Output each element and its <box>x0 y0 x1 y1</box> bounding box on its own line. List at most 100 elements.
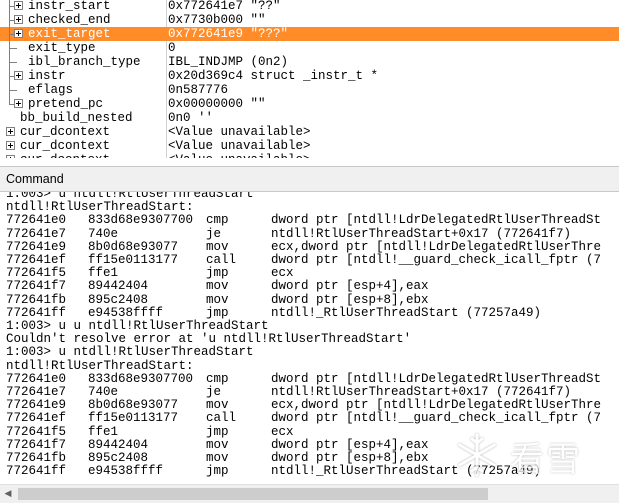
expand-plus-icon[interactable] <box>6 127 15 136</box>
tree-connector <box>9 48 17 49</box>
address: 772641f7 <box>6 279 67 294</box>
address: 772641fb <box>6 451 67 465</box>
address: 772641fb <box>6 292 67 307</box>
output-line: ntdll!RtlUserThreadStart: <box>6 359 619 373</box>
opcode-bytes: ffe1 <box>88 266 119 281</box>
opcode-bytes: ff15e0113177 <box>88 411 179 426</box>
local-name: ibl_branch_type <box>28 55 141 69</box>
operands: ntdll!RtlUserThreadStart+0x17 (772641f7) <box>271 385 572 399</box>
local-name: checked_end <box>28 13 111 27</box>
local-name: cur_dcontext <box>20 125 111 139</box>
local-value: 0x7730b000 "" <box>168 13 266 27</box>
opcode-bytes: 740e <box>88 226 119 241</box>
mnemonic: jmp <box>206 305 229 320</box>
address: 772641e7 <box>6 226 67 241</box>
local-name: exit_type <box>28 41 96 55</box>
mnemonic: jmp <box>206 424 229 439</box>
opcode-bytes: 8b0d68e93077 <box>88 239 179 254</box>
local-name: pretend_pc <box>28 97 104 111</box>
expand-plus-icon[interactable] <box>14 99 23 108</box>
locals-pane: instr_start 0x772641e7 "??" checked_end 0x7… <box>0 0 619 158</box>
locals-row[interactable]: cur_dcontext <Value unavailable> <box>0 139 619 153</box>
output-line: 1:003> u ntdll!RtlUserThreadStart <box>6 345 619 359</box>
local-value: 0x772641e7 "??" <box>168 0 281 13</box>
operands: dword ptr [ntdll!LdrDelegatedRtlUserThre… <box>271 213 602 228</box>
command-window-title: Command <box>6 172 64 186</box>
locals-row[interactable]: exit_target 0x772641e9 "???" <box>0 27 619 41</box>
address: 772641ff <box>6 305 67 320</box>
mnemonic: cmp <box>206 213 229 228</box>
expand-plus-icon[interactable] <box>14 71 23 80</box>
mnemonic: mov <box>206 451 229 465</box>
expand-plus-icon[interactable] <box>14 29 23 38</box>
mnemonic: jmp <box>206 464 229 479</box>
output-text: Couldn't resolve error at 'u ntdll!RtlUs… <box>6 332 412 347</box>
snowflake-icon <box>458 433 496 477</box>
local-name: instr_start <box>28 0 111 13</box>
tree-connector <box>9 62 17 63</box>
horizontal-scrollbar[interactable]: ◀ <box>0 484 619 503</box>
local-name: bb_build_nested <box>20 111 133 125</box>
operands: ecx,dword ptr [ntdll!LdrDelegatedRtlUser… <box>271 398 602 413</box>
expand-plus-icon[interactable] <box>6 155 15 158</box>
locals-row[interactable]: checked_end 0x7730b000 "" <box>0 13 619 27</box>
disasm-line: 772641ef ff15e0113177 call dword ptr [ntdll… <box>6 411 619 425</box>
mnemonic: mov <box>206 239 229 254</box>
locals-row[interactable]: eflags 0n587776 <box>0 83 619 97</box>
disasm-line: 772641e0 833d68e9307700 cmp dword ptr [ntdl… <box>6 213 619 227</box>
operands: dword ptr [ntdll!__guard_check_icall_fpt… <box>271 411 602 426</box>
address: 772641e0 <box>6 371 67 386</box>
local-value: 0n587776 <box>168 83 229 97</box>
operands: dword ptr [esp+4],eax <box>271 437 429 452</box>
operands: ntdll!RtlUserThreadStart+0x17 (772641f7) <box>271 226 572 241</box>
expand-plus-icon[interactable] <box>6 141 15 150</box>
locals-row[interactable]: bb_build_nested 0n0 '' <box>0 111 619 125</box>
address: 772641ef <box>6 253 67 267</box>
output-line: Couldn't resolve error at 'u ntdll!RtlUs… <box>6 332 619 346</box>
operands: ecx <box>271 424 294 439</box>
disasm-line: 772641fb 895c2408 mov dword ptr [esp+8],ebx <box>6 293 619 307</box>
local-value: 0 <box>168 41 176 55</box>
opcode-bytes: e94538ffff <box>88 305 164 320</box>
expand-plus-icon[interactable] <box>14 15 23 24</box>
local-name: instr <box>28 69 66 83</box>
opcode-bytes: 8b0d68e93077 <box>88 398 179 413</box>
mnemonic: mov <box>206 279 229 294</box>
tree-connector <box>9 90 17 91</box>
local-name: exit_target <box>28 27 111 41</box>
local-value: 0n0 '' <box>168 111 214 125</box>
operands: dword ptr [esp+8],ebx <box>271 451 429 465</box>
output-text: 1:003> u ntdll!RtlUserThreadStart <box>6 345 254 360</box>
locals-row[interactable]: ibl_branch_type IBL_INDJMP (0n2) <box>0 55 619 69</box>
address: 772641ef <box>6 411 67 426</box>
local-name: cur_dcontext <box>20 153 110 158</box>
opcode-bytes: 895c2408 <box>88 292 149 307</box>
output-text: ntdll!RtlUserThreadStart: <box>6 358 194 373</box>
mnemonic: call <box>206 253 237 267</box>
opcode-bytes: ff15e0113177 <box>88 253 179 267</box>
opcode-bytes: e94538ffff <box>88 464 164 479</box>
locals-row[interactable]: instr 0x20d369c4 struct _instr_t * <box>0 69 619 83</box>
locals-row[interactable]: cur_dcontext <Value unavailable> <box>0 153 619 158</box>
watermark-text: 看雪 <box>510 440 582 480</box>
locals-row[interactable]: exit_type 0 <box>0 41 619 55</box>
mnemonic: jmp <box>206 266 229 281</box>
expand-plus-icon[interactable] <box>14 1 23 10</box>
operands: dword ptr [esp+4],eax <box>271 279 429 294</box>
local-value: <Value unavailable> <box>168 153 311 158</box>
opcode-bytes: 895c2408 <box>88 451 149 465</box>
local-value: 0x00000000 "" <box>168 97 266 111</box>
operands: dword ptr [ntdll!__guard_check_icall_fpt… <box>271 253 602 267</box>
disasm-line: 772641e9 8b0d68e93077 mov ecx,dword ptr [nt… <box>6 240 619 254</box>
output-line: ntdll!RtlUserThreadStart: <box>6 200 619 214</box>
mnemonic: mov <box>206 398 229 413</box>
locals-row[interactable]: instr_start 0x772641e7 "??" <box>0 0 619 13</box>
scroll-left-icon[interactable]: ◀ <box>2 488 14 500</box>
locals-row[interactable]: pretend_pc 0x00000000 "" <box>0 97 619 111</box>
operands: ntdll!_RtlUserThreadStart (77257a49) <box>271 305 542 320</box>
locals-row[interactable]: cur_dcontext <Value unavailable> <box>0 125 619 139</box>
address: 772641f5 <box>6 424 67 439</box>
opcode-bytes: 89442404 <box>88 437 149 452</box>
watermark: 看雪 <box>452 430 612 480</box>
scrollbar-thumb[interactable] <box>18 488 488 500</box>
